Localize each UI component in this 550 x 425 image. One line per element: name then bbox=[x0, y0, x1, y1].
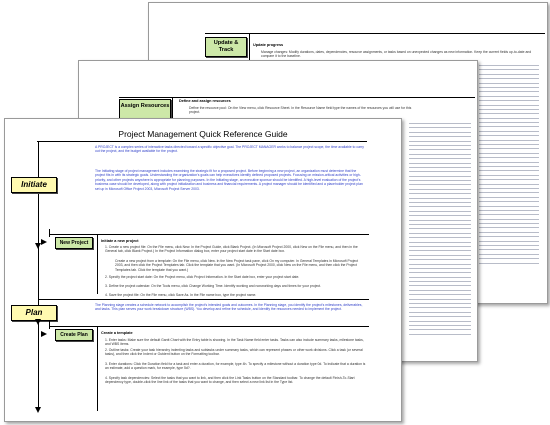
initiate-step-1: 1. Create a new project file: On the Fil… bbox=[105, 245, 358, 254]
define-resources-heading: Define and assign resources bbox=[179, 99, 231, 103]
page2-text-lines bbox=[409, 123, 471, 338]
new-project-badge: New Project bbox=[55, 237, 93, 249]
plan-step-2: 2. Outline tasks: Create your task hiera… bbox=[105, 348, 363, 357]
intro-text: A PROJECT is a complex series of interac… bbox=[95, 145, 364, 154]
plan-badge: Plan bbox=[11, 305, 57, 321]
define-resources-text: Define the resource pool: On the View me… bbox=[189, 106, 412, 115]
initiate-text: The Initiating stage of project manageme… bbox=[95, 169, 363, 191]
plan-text: The Planning stage creates a schedule ne… bbox=[95, 303, 363, 312]
page-title: Project Management Quick Reference Guide bbox=[118, 129, 288, 139]
update-progress-heading: Update progress bbox=[253, 43, 284, 47]
initiate-step-3: 3. Define the project calendar: On the T… bbox=[105, 284, 322, 288]
initiate-step-2: 2. Specify the project start date: On th… bbox=[105, 275, 300, 279]
front-page: Project Management Quick Reference Guide… bbox=[4, 118, 402, 422]
initiate-section-heading: Initiate a new project bbox=[101, 239, 139, 243]
page3-text-lines bbox=[479, 65, 539, 267]
plan-step-1: 1. Enter tasks: Make sure the default Ga… bbox=[105, 338, 364, 347]
create-plan-badge: Create Plan bbox=[55, 329, 93, 341]
update-progress-text: Manage changes: Modify durations, dates,… bbox=[261, 50, 532, 59]
plan-section-heading: Create a template bbox=[101, 331, 133, 335]
plan-step-4: 4. Specify task dependencies: Select the… bbox=[105, 376, 355, 385]
initiate-step-4: 4. Save the project file: On the File me… bbox=[105, 293, 257, 297]
update-track-badge: Update & Track bbox=[205, 37, 247, 57]
initiate-badge: Initiate bbox=[11, 177, 57, 193]
initiate-step-1b: Create a new project from a template: On… bbox=[115, 259, 359, 272]
plan-step-3: 3. Enter durations: Click the Duration f… bbox=[105, 362, 366, 371]
